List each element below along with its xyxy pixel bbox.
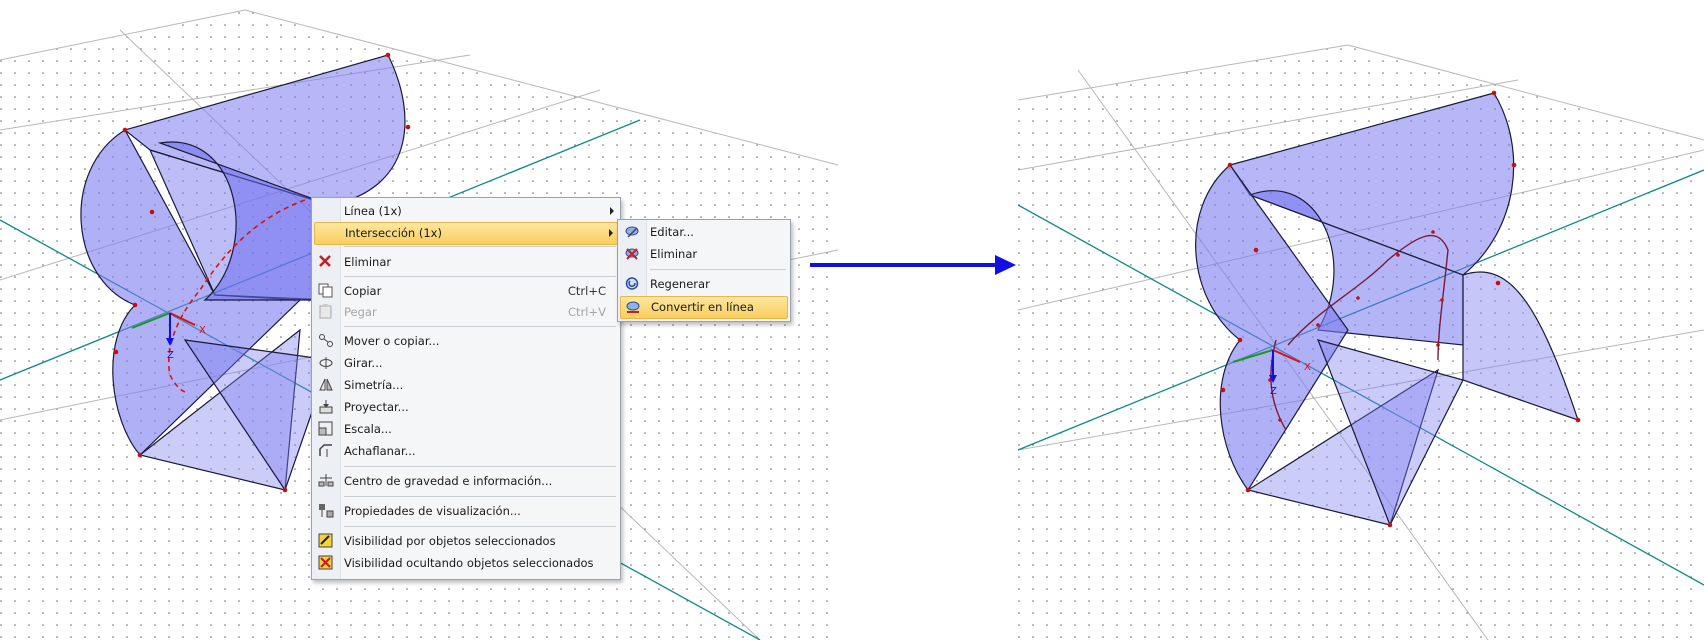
axis-z-label: Z [167,350,174,361]
left-3d-viewport[interactable]: X Z Línea (1x) Intersección (1x) Elimina… [0,0,838,640]
menu-item-copiar[interactable]: Copiar Ctrl+C [314,281,618,302]
rotate-icon [318,355,336,372]
menu-item-mover-copiar[interactable]: Mover o copiar... [314,331,618,352]
submenu-item-editar[interactable]: Editar... [620,222,788,243]
visibility-hide-selected-icon [318,555,336,572]
submenu-arrow-icon [609,229,613,237]
menu-item-interseccion[interactable]: Intersección (1x) [314,222,618,245]
regenerate-icon [624,276,642,293]
submenu-item-regenerar[interactable]: Regenerar [620,274,788,295]
submenu-item-eliminar[interactable]: Eliminar [620,244,788,265]
intersection-submenu: Editar... Eliminar Regenerar Convertir e… [617,219,791,322]
menu-item-visibilidad-ocultando[interactable]: Visibilidad ocultando objetos selecciona… [314,553,618,574]
submenu-item-convertir-en-linea[interactable]: Convertir en línea [620,296,788,319]
scale-icon [318,421,336,438]
menu-item-escala[interactable]: Escala... [314,419,618,440]
context-menu: Línea (1x) Intersección (1x) Eliminar Co… [311,197,621,580]
chamfer-icon [318,443,336,460]
display-properties-icon [318,503,336,520]
axis-x-label: X [1304,362,1311,373]
menu-item-centro-gravedad[interactable]: Centro de gravedad e información... [314,471,618,492]
move-copy-icon [318,333,336,350]
menu-item-proyectar[interactable]: Proyectar... [314,397,618,418]
right-3d-viewport[interactable]: X Z [1018,0,1704,640]
delete-intersection-icon [624,246,642,263]
result-arrow-icon [810,255,1016,275]
axis-z-label: Z [1270,386,1277,397]
menu-item-linea[interactable]: Línea (1x) [314,201,618,222]
delete-x-icon [318,254,336,271]
project-icon [318,399,336,416]
menu-item-eliminar[interactable]: Eliminar [314,252,618,273]
menu-item-girar[interactable]: Girar... [314,353,618,374]
mirror-icon [318,377,336,394]
edit-intersection-icon [624,224,642,241]
submenu-arrow-icon [610,207,614,215]
convert-to-line-icon [625,299,643,316]
visibility-selected-icon [318,533,336,550]
menu-item-visibilidad-seleccionados[interactable]: Visibilidad por objetos seleccionados [314,531,618,552]
paste-icon [318,304,336,321]
menu-item-achaflanar[interactable]: Achaflanar... [314,441,618,462]
center-of-gravity-icon [318,473,336,490]
copy-icon [318,283,336,300]
menu-item-propiedades-visualizacion[interactable]: Propiedades de visualización... [314,501,618,522]
axis-x-label: X [199,325,206,336]
menu-item-pegar[interactable]: Pegar Ctrl+V [314,302,618,323]
menu-item-simetria[interactable]: Simetría... [314,375,618,396]
